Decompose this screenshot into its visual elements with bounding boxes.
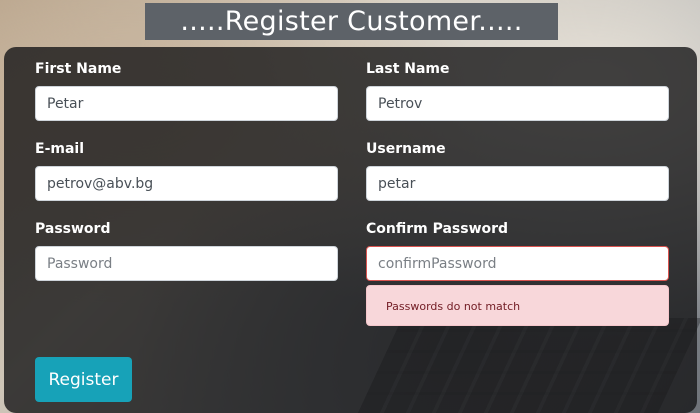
username-label: Username [366, 141, 446, 157]
password-mismatch-alert: Passwords do not match [366, 285, 669, 326]
first-name-field[interactable] [35, 86, 338, 121]
register-button[interactable]: Register [35, 357, 132, 402]
first-name-label: First Name [35, 61, 122, 77]
confirm-password-field[interactable] [366, 246, 669, 281]
email-label: E-mail [35, 141, 85, 157]
username-field[interactable] [366, 166, 669, 201]
password-field[interactable] [35, 246, 338, 281]
last-name-field[interactable] [366, 86, 669, 121]
page-title: .....Register Customer..... [145, 3, 558, 40]
email-field[interactable] [35, 166, 338, 201]
password-label: Password [35, 221, 111, 237]
confirm-password-label: Confirm Password [366, 221, 509, 237]
last-name-label: Last Name [366, 61, 450, 77]
